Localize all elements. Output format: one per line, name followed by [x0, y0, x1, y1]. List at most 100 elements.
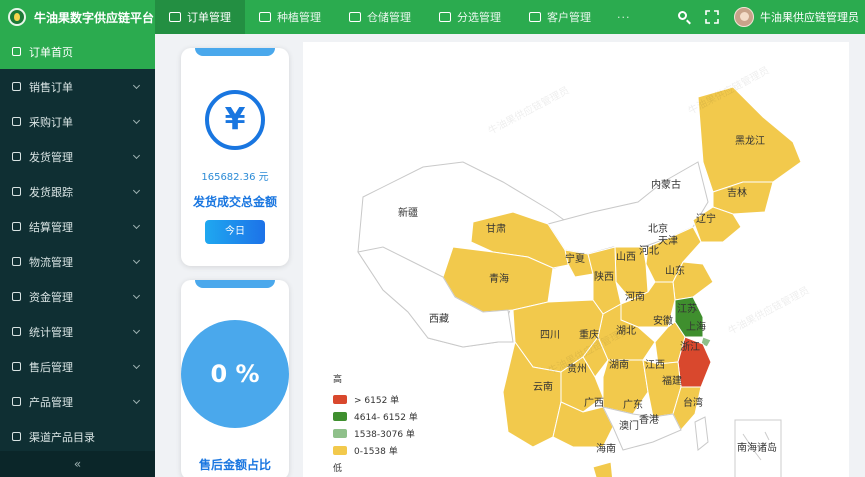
province-label: 西藏 [429, 314, 449, 325]
province-label: 浙江 [680, 342, 700, 353]
legend-swatch [333, 429, 347, 438]
sort-icon [439, 12, 451, 22]
nav-item-customers[interactable]: 客户管理 [515, 0, 605, 34]
province-label: 台湾 [683, 398, 703, 409]
province-label: 湖南 [609, 360, 629, 371]
province-label: 贵州 [567, 364, 587, 375]
map-legend: 高 > 6152 单 4614- 6152 单 1538-3076 单 0-15… [333, 372, 418, 474]
province-label: 内蒙古 [651, 180, 681, 191]
home-icon [12, 47, 21, 56]
province-label: 江西 [645, 360, 665, 371]
sidebar-item-funds[interactable]: 资金管理 [0, 279, 155, 314]
shipping-amount-card: ¥ 165682.36 元 发货成交总金额 今日 [181, 48, 289, 266]
grid-icon [12, 82, 21, 91]
yen-icon: ¥ [205, 90, 265, 150]
tag-icon [12, 397, 21, 406]
brand[interactable]: 牛油果数字供应链平台 [0, 0, 155, 34]
province-label: 青海 [489, 274, 509, 285]
province-label: 云南 [533, 382, 553, 393]
province-label: 澳门 [619, 421, 639, 432]
province-label: 辽宁 [696, 214, 716, 225]
top-navbar: 牛油果数字供应链平台 订单管理 种植管理 仓储管理 分选管理 客户管理 ··· [0, 0, 865, 34]
avatar[interactable] [734, 7, 754, 27]
sidebar-item-purchase-orders[interactable]: 采购订单 [0, 104, 155, 139]
nav-item-sorting[interactable]: 分选管理 [425, 0, 515, 34]
legend-label: 4614- 6152 单 [354, 413, 418, 423]
nav-item-label: 仓储管理 [367, 11, 411, 24]
search-icon[interactable] [677, 10, 691, 24]
chevron-down-icon [132, 186, 141, 195]
sidebar-item-label: 资金管理 [29, 290, 73, 304]
chevron-down-icon [132, 256, 141, 265]
sidebar-item-label: 渠道产品目录 [29, 430, 95, 444]
legend-swatch [333, 412, 347, 421]
legend-label: 0-1538 单 [354, 447, 398, 457]
region-taiwan [694, 416, 709, 451]
province-label: 福建 [662, 376, 682, 387]
card-accent [195, 280, 275, 288]
province-label: 海南 [596, 444, 616, 455]
money-icon [12, 292, 21, 301]
printer-icon [169, 12, 181, 22]
sidebar-item-label: 采购订单 [29, 115, 73, 129]
legend-label: > 6152 单 [354, 396, 400, 406]
chevron-down-icon [132, 396, 141, 405]
chevron-down-icon [132, 116, 141, 125]
chevron-down-icon [132, 361, 141, 370]
avocado-logo-icon [8, 8, 26, 26]
legend-item[interactable]: 1538-3076 单 [333, 425, 418, 442]
legend-high: 高 [333, 375, 343, 385]
region-hainan [592, 461, 614, 477]
legend-item[interactable]: 4614- 6152 单 [333, 408, 418, 425]
sidebar-item-statistics[interactable]: 统计管理 [0, 314, 155, 349]
sidebar-item-settlement[interactable]: 结算管理 [0, 209, 155, 244]
sidebar-item-shipping[interactable]: 发货管理 [0, 139, 155, 174]
bell-icon [12, 187, 21, 196]
province-label: 天津 [658, 236, 678, 247]
list-icon [12, 152, 21, 161]
nav-item-orders[interactable]: 订单管理 [155, 0, 245, 34]
legend-item[interactable]: 0-1538 单 [333, 442, 418, 459]
top-right-tools: 牛油果供应链管理员 [670, 0, 865, 34]
province-label: 四川 [540, 330, 560, 341]
province-label: 广西 [584, 398, 604, 409]
nav-more-button[interactable]: ··· [605, 0, 643, 34]
province-label: 安徽 [653, 316, 673, 327]
sidebar-item-sales-orders[interactable]: 销售订单 [0, 69, 155, 104]
user-name[interactable]: 牛油果供应链管理员 [760, 9, 859, 25]
province-label: 新疆 [398, 208, 418, 219]
chevron-down-icon [132, 81, 141, 90]
percent-label: 售后金额占比 [198, 458, 271, 472]
nav-item-label: 分选管理 [457, 11, 501, 24]
settlement-icon [12, 222, 21, 231]
china-map-panel: 黑龙江 吉林 辽宁 内蒙古 新疆 甘肃 青海 西藏 宁夏 陕西 山西 河北 北京… [303, 42, 849, 477]
sidebar-item-logistics[interactable]: 物流管理 [0, 244, 155, 279]
chevron-down-icon [132, 221, 141, 230]
sidebar-item-channel-catalog[interactable]: 渠道产品目录 [0, 419, 155, 454]
province-label: 湖北 [616, 326, 636, 337]
province-label: 重庆 [579, 330, 599, 341]
sidebar-item-order-home[interactable]: 订单首页 [0, 34, 155, 69]
legend-swatch [333, 446, 347, 455]
sidebar-collapse-button[interactable]: « [0, 451, 155, 477]
sidebar-item-tracking[interactable]: 发货跟踪 [0, 174, 155, 209]
sidebar-item-products[interactable]: 产品管理 [0, 384, 155, 419]
sidebar-item-label: 售后管理 [29, 360, 73, 374]
province-label: 河南 [625, 292, 645, 303]
fullscreen-icon[interactable] [705, 10, 719, 24]
nav-item-warehouse[interactable]: 仓储管理 [335, 0, 425, 34]
province-label: 山东 [665, 266, 685, 277]
sidebar-item-after-sales[interactable]: 售后管理 [0, 349, 155, 384]
chevron-down-icon [132, 151, 141, 160]
legend-item[interactable]: > 6152 单 [333, 391, 418, 408]
province-label: 黑龙江 [735, 136, 765, 147]
nav-item-planting[interactable]: 种植管理 [245, 0, 335, 34]
sidebar-item-label: 销售订单 [29, 80, 73, 94]
province-label: 甘肃 [486, 224, 506, 235]
after-sales-ratio-card: 0 % 售后金额占比 [181, 280, 289, 477]
sidebar-item-label: 发货管理 [29, 150, 73, 164]
legend-label: 1538-3076 单 [354, 430, 415, 440]
truck-icon [12, 257, 21, 266]
today-button[interactable]: 今日 [205, 220, 265, 244]
province-label: 陕西 [594, 272, 614, 283]
